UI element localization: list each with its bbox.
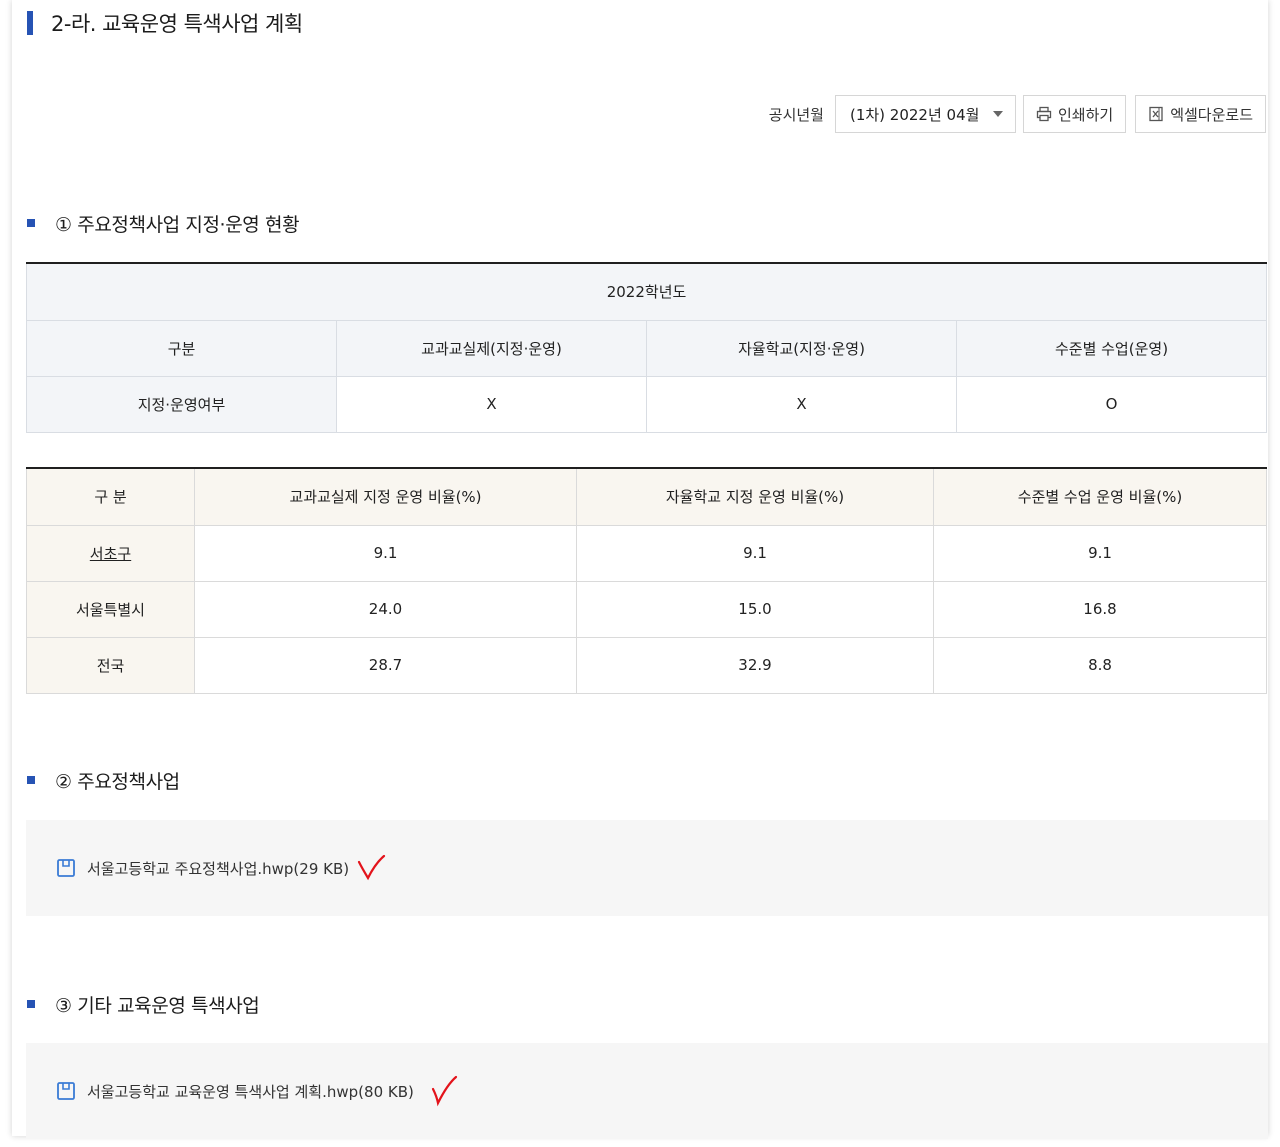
table-cell: 16.8 bbox=[933, 580, 1267, 638]
table-header-cell: 수준별 수업(운영) bbox=[955, 319, 1268, 377]
excel-button-label: 엑셀다운로드 bbox=[1170, 105, 1253, 124]
section-title-text: ② 주요정책사업 bbox=[55, 770, 180, 793]
checkmark-annotation bbox=[430, 1075, 460, 1107]
attachment-link[interactable]: 서울고등학교 주요정책사업.hwp(29 KB) bbox=[87, 858, 349, 879]
region-link-text[interactable]: 서초구 bbox=[90, 545, 131, 563]
table-cell: 28.7 bbox=[194, 636, 577, 694]
table-header-cell: 교과교실제(지정·운영) bbox=[336, 319, 647, 377]
table-header-cell: 구 분 bbox=[26, 468, 195, 526]
section-title-1: ① 주요정책사업 지정·운영 현황 bbox=[27, 209, 300, 237]
table-cell: X bbox=[646, 375, 957, 433]
table-cell: 32.9 bbox=[576, 636, 934, 694]
table-cell: 9.1 bbox=[933, 524, 1267, 582]
section-title-3: ③ 기타 교육운영 특색사업 bbox=[27, 990, 260, 1018]
table-header-cell: 자율학교 지정 운영 비율(%) bbox=[576, 468, 934, 526]
period-label: 공시년월 bbox=[768, 105, 824, 124]
file-download-icon[interactable] bbox=[56, 1081, 76, 1101]
ratio-table: 구 분 교과교실제 지정 운영 비율(%) 자율학교 지정 운영 비율(%) 수… bbox=[26, 467, 1267, 694]
table-year-header: 2022학년도 bbox=[25, 263, 1268, 321]
row-label-cell: 지정·운영여부 bbox=[26, 375, 337, 433]
attachment-link[interactable]: 서울고등학교 교육운영 특색사업 계획.hwp(80 KB) bbox=[87, 1081, 414, 1102]
printer-icon bbox=[1036, 106, 1052, 122]
table-row: 서초구 9.1 9.1 9.1 bbox=[26, 524, 1267, 582]
period-select[interactable]: (1차) 2022년 04월 bbox=[834, 95, 1016, 133]
table-row: 지정·운영여부 X X O bbox=[26, 375, 1268, 433]
page-title: 2-라. 교육운영 특색사업 계획 bbox=[27, 8, 303, 38]
table-cell: 9.1 bbox=[194, 524, 577, 582]
toolbar: 공시년월 (1차) 2022년 04월 인쇄하기 엑셀다운로드 bbox=[769, 94, 1266, 134]
section-title-text: ① 주요정책사업 지정·운영 현황 bbox=[55, 213, 300, 236]
section-bullet bbox=[27, 1000, 35, 1008]
attachment-box-policy: 서울고등학교 주요정책사업.hwp(29 KB) bbox=[26, 820, 1268, 916]
table-header-cell: 교과교실제 지정 운영 비율(%) bbox=[194, 468, 577, 526]
row-label-cell: 서울특별시 bbox=[26, 580, 195, 638]
region-link-seocho[interactable]: 서초구 bbox=[26, 524, 195, 582]
section-title-text: ③ 기타 교육운영 특색사업 bbox=[55, 994, 260, 1017]
row-label-cell: 전국 bbox=[26, 636, 195, 694]
attachment-box-special: 서울고등학교 교육운영 특색사업 계획.hwp(80 KB) bbox=[26, 1043, 1268, 1139]
table-cell: X bbox=[336, 375, 647, 433]
table-cell: 24.0 bbox=[194, 580, 577, 638]
excel-download-button[interactable]: 엑셀다운로드 bbox=[1135, 95, 1266, 133]
section-bullet bbox=[27, 776, 35, 784]
table-row: 전국 28.7 32.9 8.8 bbox=[26, 636, 1267, 694]
table-cell: O bbox=[955, 375, 1268, 433]
print-button-label: 인쇄하기 bbox=[1057, 105, 1114, 124]
title-accent-bar bbox=[27, 11, 33, 35]
table-cell: 8.8 bbox=[933, 636, 1267, 694]
chevron-down-icon bbox=[992, 111, 1003, 117]
page-container: 2-라. 교육운영 특색사업 계획 공시년월 (1차) 2022년 04월 인쇄… bbox=[12, 0, 1268, 1139]
table-header-cell: 수준별 수업 운영 비율(%) bbox=[933, 468, 1267, 526]
print-button[interactable]: 인쇄하기 bbox=[1022, 95, 1127, 133]
table-cell: 9.1 bbox=[576, 524, 934, 582]
excel-icon bbox=[1148, 106, 1164, 122]
period-select-value: (1차) 2022년 04월 bbox=[849, 105, 980, 124]
section-title-2: ② 주요정책사업 bbox=[27, 766, 180, 794]
section-bullet bbox=[27, 219, 35, 227]
table-row: 서울특별시 24.0 15.0 16.8 bbox=[26, 580, 1267, 638]
table-header-cell: 구분 bbox=[26, 319, 337, 377]
file-download-icon[interactable] bbox=[56, 858, 76, 878]
designation-status-table: 2022학년도 구분 교과교실제(지정·운영) 자율학교(지정·운영) 수준별 … bbox=[25, 262, 1268, 433]
page-title-text: 2-라. 교육운영 특색사업 계획 bbox=[51, 12, 303, 36]
table-header-cell: 자율학교(지정·운영) bbox=[646, 319, 957, 377]
table-cell: 15.0 bbox=[576, 580, 934, 638]
checkmark-annotation bbox=[357, 854, 387, 882]
